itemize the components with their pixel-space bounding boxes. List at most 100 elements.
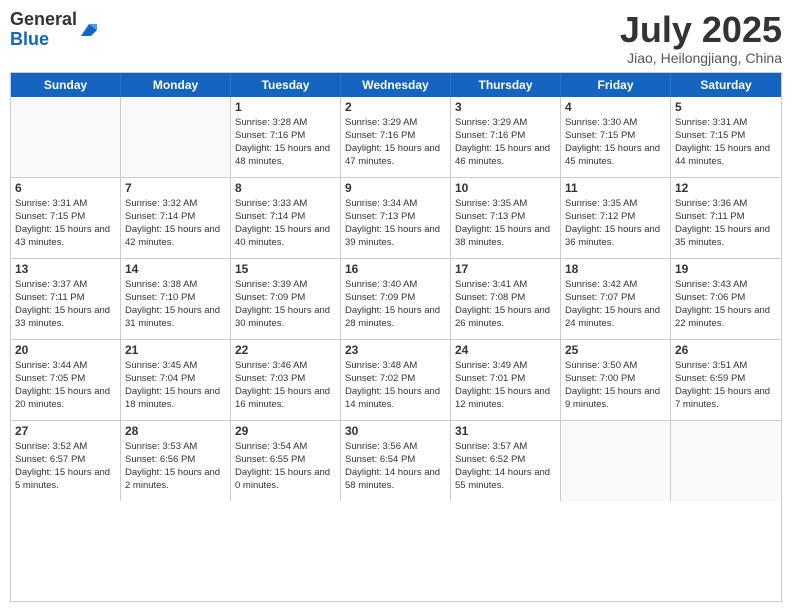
calendar-day-cell: 23 Sunrise: 3:48 AM Sunset: 7:02 PM Dayli… bbox=[341, 340, 451, 420]
day-info: Sunrise: 3:38 AM Sunset: 7:10 PM Dayligh… bbox=[125, 278, 226, 331]
day-number: 17 bbox=[455, 262, 556, 276]
calendar-day-cell: 16 Sunrise: 3:40 AM Sunset: 7:09 PM Dayli… bbox=[341, 259, 451, 339]
day-info: Sunrise: 3:50 AM Sunset: 7:00 PM Dayligh… bbox=[565, 359, 666, 412]
day-info: Sunrise: 3:37 AM Sunset: 7:11 PM Dayligh… bbox=[15, 278, 116, 331]
calendar-day-cell: 19 Sunrise: 3:43 AM Sunset: 7:06 PM Dayli… bbox=[671, 259, 781, 339]
day-number: 27 bbox=[15, 424, 116, 438]
day-info: Sunrise: 3:43 AM Sunset: 7:06 PM Dayligh… bbox=[675, 278, 777, 331]
day-number: 14 bbox=[125, 262, 226, 276]
calendar-header-cell: Monday bbox=[121, 73, 231, 97]
calendar-row: 1Sunrise: 3:28 AM Sunset: 7:16 PM Daylig… bbox=[11, 97, 781, 178]
calendar-day-cell: 18 Sunrise: 3:42 AM Sunset: 7:07 PM Dayli… bbox=[561, 259, 671, 339]
day-info: Sunrise: 3:57 AM Sunset: 6:52 PM Dayligh… bbox=[455, 440, 556, 493]
day-info: Sunrise: 3:44 AM Sunset: 7:05 PM Dayligh… bbox=[15, 359, 116, 412]
calendar-day-cell: 14 Sunrise: 3:38 AM Sunset: 7:10 PM Dayli… bbox=[121, 259, 231, 339]
day-info: Sunrise: 3:31 AM Sunset: 7:15 PM Dayligh… bbox=[15, 197, 116, 250]
day-info: Sunrise: 3:49 AM Sunset: 7:01 PM Dayligh… bbox=[455, 359, 556, 412]
day-number: 31 bbox=[455, 424, 556, 438]
day-number: 16 bbox=[345, 262, 446, 276]
day-number: 8 bbox=[235, 181, 336, 195]
calendar-day-cell: 7 Sunrise: 3:32 AM Sunset: 7:14 PM Daylig… bbox=[121, 178, 231, 258]
subtitle: Jiao, Heilongjiang, China bbox=[620, 50, 782, 66]
day-number: 11 bbox=[565, 181, 666, 195]
day-info: Sunrise: 3:45 AM Sunset: 7:04 PM Dayligh… bbox=[125, 359, 226, 412]
calendar-empty-cell bbox=[11, 97, 121, 177]
day-info: Sunrise: 3:32 AM Sunset: 7:14 PM Dayligh… bbox=[125, 197, 226, 250]
day-number: 25 bbox=[565, 343, 666, 357]
day-info: Sunrise: 3:29 AM Sunset: 7:16 PM Dayligh… bbox=[455, 116, 556, 169]
calendar-day-cell: 15 Sunrise: 3:39 AM Sunset: 7:09 PM Dayli… bbox=[231, 259, 341, 339]
day-number: 28 bbox=[125, 424, 226, 438]
day-info: Sunrise: 3:40 AM Sunset: 7:09 PM Dayligh… bbox=[345, 278, 446, 331]
day-info: Sunrise: 3:39 AM Sunset: 7:09 PM Dayligh… bbox=[235, 278, 336, 331]
calendar-day-cell: 5Sunrise: 3:31 AM Sunset: 7:15 PM Daylig… bbox=[671, 97, 781, 177]
day-number: 21 bbox=[125, 343, 226, 357]
calendar-empty-cell bbox=[671, 421, 781, 501]
calendar-header-cell: Saturday bbox=[671, 73, 781, 97]
title-block: July 2025 Jiao, Heilongjiang, China bbox=[620, 10, 782, 66]
logo: General Blue bbox=[10, 10, 99, 50]
calendar-day-cell: 6 Sunrise: 3:31 AM Sunset: 7:15 PM Daylig… bbox=[11, 178, 121, 258]
calendar-day-cell: 17 Sunrise: 3:41 AM Sunset: 7:08 PM Dayli… bbox=[451, 259, 561, 339]
calendar-day-cell: 30 Sunrise: 3:56 AM Sunset: 6:54 PM Dayli… bbox=[341, 421, 451, 501]
calendar-day-cell: 26 Sunrise: 3:51 AM Sunset: 6:59 PM Dayli… bbox=[671, 340, 781, 420]
logo-icon bbox=[79, 20, 99, 40]
calendar-day-cell: 12Sunrise: 3:36 AM Sunset: 7:11 PM Dayli… bbox=[671, 178, 781, 258]
day-number: 22 bbox=[235, 343, 336, 357]
day-info: Sunrise: 3:29 AM Sunset: 7:16 PM Dayligh… bbox=[345, 116, 446, 169]
calendar-day-cell: 29Sunrise: 3:54 AM Sunset: 6:55 PM Dayli… bbox=[231, 421, 341, 501]
calendar-header-cell: Sunday bbox=[11, 73, 121, 97]
calendar-header: SundayMondayTuesdayWednesdayThursdayFrid… bbox=[11, 73, 781, 97]
day-number: 30 bbox=[345, 424, 446, 438]
calendar-empty-cell bbox=[561, 421, 671, 501]
day-number: 5 bbox=[675, 100, 777, 114]
calendar-row: 6 Sunrise: 3:31 AM Sunset: 7:15 PM Daylig… bbox=[11, 178, 781, 259]
calendar-day-cell: 22 Sunrise: 3:46 AM Sunset: 7:03 PM Dayli… bbox=[231, 340, 341, 420]
calendar-day-cell: 9Sunrise: 3:34 AM Sunset: 7:13 PM Daylig… bbox=[341, 178, 451, 258]
calendar-day-cell: 11 Sunrise: 3:35 AM Sunset: 7:12 PM Dayli… bbox=[561, 178, 671, 258]
day-number: 10 bbox=[455, 181, 556, 195]
day-info: Sunrise: 3:41 AM Sunset: 7:08 PM Dayligh… bbox=[455, 278, 556, 331]
day-number: 29 bbox=[235, 424, 336, 438]
day-number: 6 bbox=[15, 181, 116, 195]
logo-blue: Blue bbox=[10, 29, 49, 49]
main-title: July 2025 bbox=[620, 10, 782, 50]
calendar-day-cell: 1Sunrise: 3:28 AM Sunset: 7:16 PM Daylig… bbox=[231, 97, 341, 177]
day-info: Sunrise: 3:30 AM Sunset: 7:15 PM Dayligh… bbox=[565, 116, 666, 169]
day-info: Sunrise: 3:53 AM Sunset: 6:56 PM Dayligh… bbox=[125, 440, 226, 493]
calendar-header-cell: Wednesday bbox=[341, 73, 451, 97]
day-number: 26 bbox=[675, 343, 777, 357]
day-info: Sunrise: 3:51 AM Sunset: 6:59 PM Dayligh… bbox=[675, 359, 777, 412]
calendar-day-cell: 3 Sunrise: 3:29 AM Sunset: 7:16 PM Daylig… bbox=[451, 97, 561, 177]
calendar-header-cell: Tuesday bbox=[231, 73, 341, 97]
calendar-body: 1Sunrise: 3:28 AM Sunset: 7:16 PM Daylig… bbox=[11, 97, 781, 501]
day-number: 4 bbox=[565, 100, 666, 114]
calendar-day-cell: 25 Sunrise: 3:50 AM Sunset: 7:00 PM Dayli… bbox=[561, 340, 671, 420]
day-number: 7 bbox=[125, 181, 226, 195]
day-info: Sunrise: 3:35 AM Sunset: 7:12 PM Dayligh… bbox=[565, 197, 666, 250]
day-number: 13 bbox=[15, 262, 116, 276]
day-info: Sunrise: 3:36 AM Sunset: 7:11 PM Dayligh… bbox=[675, 197, 777, 250]
day-number: 3 bbox=[455, 100, 556, 114]
page: General Blue July 2025 Jiao, Heilongjian… bbox=[0, 0, 792, 612]
day-info: Sunrise: 3:42 AM Sunset: 7:07 PM Dayligh… bbox=[565, 278, 666, 331]
day-number: 18 bbox=[565, 262, 666, 276]
day-info: Sunrise: 3:28 AM Sunset: 7:16 PM Dayligh… bbox=[235, 116, 336, 169]
day-info: Sunrise: 3:52 AM Sunset: 6:57 PM Dayligh… bbox=[15, 440, 116, 493]
day-info: Sunrise: 3:48 AM Sunset: 7:02 PM Dayligh… bbox=[345, 359, 446, 412]
calendar-row: 20 Sunrise: 3:44 AM Sunset: 7:05 PM Dayli… bbox=[11, 340, 781, 421]
calendar-day-cell: 20 Sunrise: 3:44 AM Sunset: 7:05 PM Dayli… bbox=[11, 340, 121, 420]
calendar-day-cell: 2Sunrise: 3:29 AM Sunset: 7:16 PM Daylig… bbox=[341, 97, 451, 177]
day-number: 19 bbox=[675, 262, 777, 276]
calendar-row: 27 Sunrise: 3:52 AM Sunset: 6:57 PM Dayli… bbox=[11, 421, 781, 501]
day-info: Sunrise: 3:46 AM Sunset: 7:03 PM Dayligh… bbox=[235, 359, 336, 412]
day-info: Sunrise: 3:34 AM Sunset: 7:13 PM Dayligh… bbox=[345, 197, 446, 250]
day-number: 15 bbox=[235, 262, 336, 276]
day-info: Sunrise: 3:35 AM Sunset: 7:13 PM Dayligh… bbox=[455, 197, 556, 250]
day-info: Sunrise: 3:56 AM Sunset: 6:54 PM Dayligh… bbox=[345, 440, 446, 493]
day-number: 20 bbox=[15, 343, 116, 357]
calendar-day-cell: 13 Sunrise: 3:37 AM Sunset: 7:11 PM Dayli… bbox=[11, 259, 121, 339]
day-number: 23 bbox=[345, 343, 446, 357]
calendar-day-cell: 31 Sunrise: 3:57 AM Sunset: 6:52 PM Dayli… bbox=[451, 421, 561, 501]
calendar: SundayMondayTuesdayWednesdayThursdayFrid… bbox=[10, 72, 782, 602]
